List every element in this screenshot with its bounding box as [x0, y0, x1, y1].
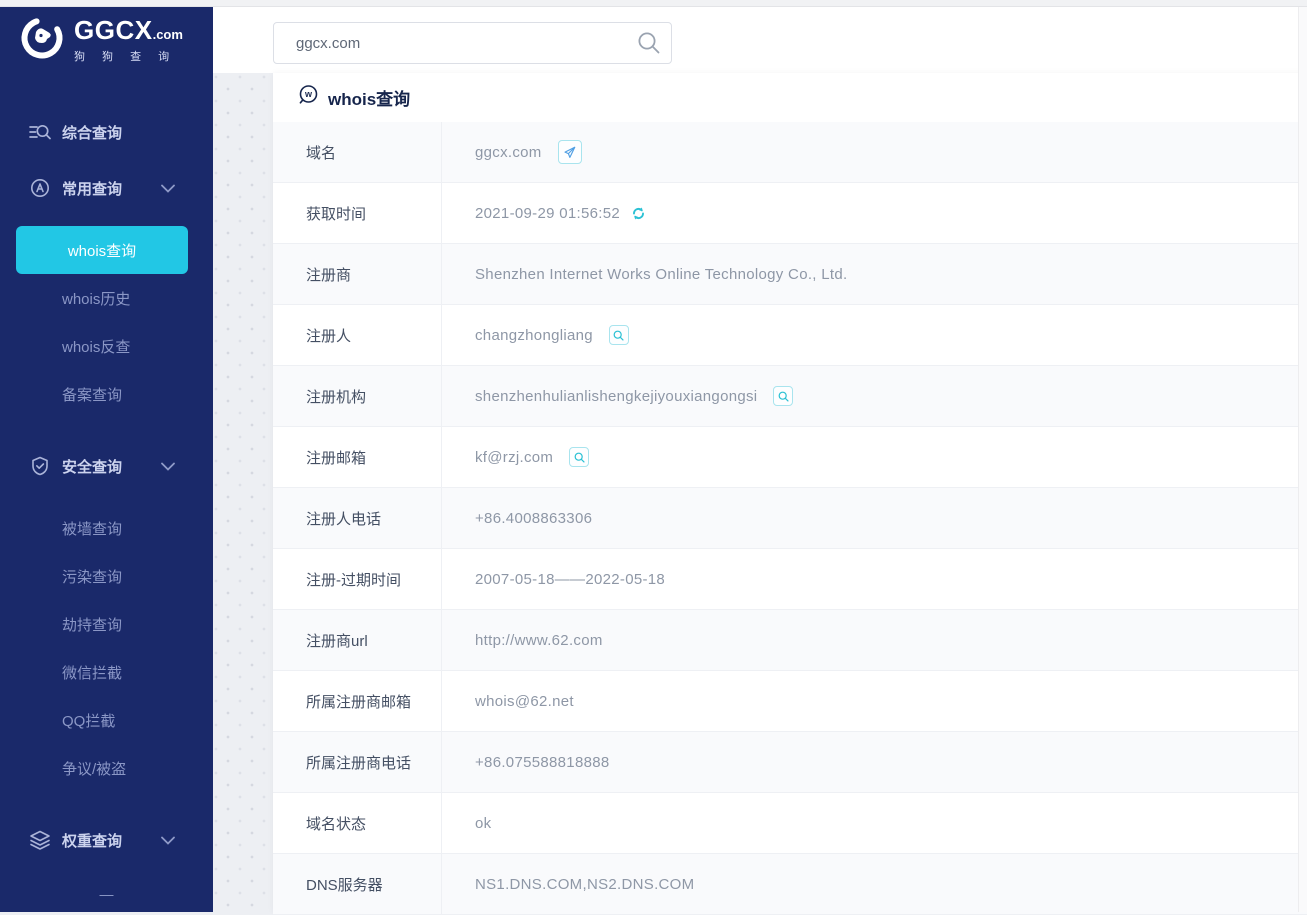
table-row-registrar: 注册商 Shenzhen Internet Works Online Techn…	[273, 244, 1307, 305]
reverse-search-icon[interactable]	[569, 447, 590, 467]
dns-servers-value: NS1.DNS.COM,NS2.DNS.COM	[475, 875, 695, 893]
sidebar-item-icp-query[interactable]: 备案查询	[0, 370, 213, 418]
registrar-email-value: whois@62.net	[475, 692, 574, 710]
sidebar-item-composite-query[interactable]: 综合查询	[0, 108, 213, 156]
registrar-phone-value: +86.075588818888	[475, 753, 610, 771]
domain-status-value: ok	[475, 814, 492, 832]
card-heading: w whois查询	[273, 73, 1307, 122]
registrar-url-value: http://www.62.com	[475, 631, 603, 649]
registrant-value: changzhongliang	[475, 326, 593, 344]
table-row-dns-servers: DNS服务器 NS1.DNS.COM,NS2.DNS.COM	[273, 854, 1307, 915]
sidebar-item-qq-block[interactable]: QQ拦截	[0, 696, 213, 744]
table-row-registrant-email: 注册邮箱 kf@rzj.com	[273, 427, 1307, 488]
fetch-time-value: 2021-09-29 01:56:52	[475, 204, 620, 222]
sidebar-item-blocked-query[interactable]: 被墙查询	[0, 504, 213, 552]
sidebar-item-whois-query-active[interactable]: whois查询	[16, 226, 188, 274]
table-row-fetch-time: 获取时间 2021-09-29 01:56:52	[273, 183, 1307, 244]
table-row-domain-status: 域名状态 ok	[273, 793, 1307, 854]
table-row-registrar-email: 所属注册商邮箱 whois@62.net	[273, 671, 1307, 732]
logo-text: GGCX	[74, 15, 153, 45]
sidebar-item-label: 安全查询	[62, 458, 123, 476]
sidebar-item-label: 综合查询	[62, 124, 123, 142]
main-area: w whois查询 域名 ggcx.com	[213, 7, 1307, 915]
chevron-down-icon	[161, 184, 175, 193]
sidebar-item-whois-history[interactable]: whois历史	[0, 274, 213, 322]
logo[interactable]: GGCX .com 狗 狗 查 询	[20, 16, 183, 65]
table-row-registrar-phone: 所属注册商电话 +86.075588818888	[273, 732, 1307, 793]
registration-period-value: 2007-05-18——2022-05-18	[475, 570, 666, 588]
sidebar-item-whois-reverse[interactable]: whois反查	[0, 322, 213, 370]
table-row-registration-period: 注册-过期时间 2007-05-18——2022-05-18	[273, 549, 1307, 610]
page-top-strip	[0, 0, 1307, 7]
dog-logo-icon	[20, 16, 64, 65]
table-row-registrar-url: 注册商url http://www.62.com	[273, 610, 1307, 671]
domain-search-box	[273, 22, 672, 64]
table-row-registrant: 注册人 changzhongliang	[273, 305, 1307, 366]
registrant-email-value: kf@rzj.com	[475, 448, 554, 466]
whois-heading-icon: w	[297, 84, 319, 111]
sidebar-item-dispute-stolen[interactable]: 争议/被盗	[0, 744, 213, 792]
domain-value: ggcx.com	[475, 143, 542, 161]
table-row-domain: 域名 ggcx.com	[273, 122, 1307, 183]
whois-table: 域名 ggcx.com 获取时间 2021-09-29 01:56:52 注册商…	[273, 122, 1307, 915]
search-list-icon	[29, 122, 51, 142]
circle-a-icon	[29, 178, 51, 198]
whois-result-card: w whois查询 域名 ggcx.com 获取时间 2021-09-29 01…	[273, 73, 1307, 915]
svg-text:w: w	[304, 89, 313, 99]
search-input[interactable]	[274, 34, 627, 52]
sidebar-item-label: whois查询	[67, 242, 137, 260]
layers-icon	[29, 830, 51, 850]
table-row-registrant-phone: 注册人电话 +86.4008863306	[273, 488, 1307, 549]
shield-check-icon	[29, 456, 51, 476]
registrant-org-value: shenzhenhulianlishengkejiyouxiangongsi	[475, 387, 758, 405]
top-search-bar	[213, 7, 1307, 73]
sidebar-group-security-query[interactable]: 安全查询	[0, 442, 213, 490]
page-title: whois查询	[328, 90, 411, 109]
search-icon[interactable]	[627, 30, 671, 56]
sidebar-item-label: 常用查询	[62, 180, 123, 198]
chevron-down-icon	[161, 462, 175, 471]
sidebar-item-hijack-query[interactable]: 劫持查询	[0, 600, 213, 648]
registrar-value: Shenzhen Internet Works Online Technolog…	[475, 265, 848, 283]
send-icon[interactable]	[557, 140, 582, 164]
sidebar-overflow-indicator: —	[99, 886, 114, 902]
chevron-down-icon	[161, 836, 175, 845]
reverse-search-icon[interactable]	[608, 325, 629, 345]
refresh-icon[interactable]	[630, 205, 647, 222]
sidebar: GGCX .com 狗 狗 查 询 综合查询 常用查询 whois查询 whoi…	[0, 0, 213, 912]
reverse-search-icon[interactable]	[773, 386, 794, 406]
sidebar-group-common-query[interactable]: 常用查询	[0, 164, 213, 212]
logo-suffix: .com	[152, 27, 183, 42]
sidebar-item-pollution-query[interactable]: 污染查询	[0, 552, 213, 600]
scrollbar[interactable]	[1298, 7, 1307, 912]
sidebar-item-label: 权重查询	[62, 832, 123, 850]
registrant-phone-value: +86.4008863306	[475, 509, 593, 527]
sidebar-group-weight-query[interactable]: 权重查询	[0, 816, 213, 864]
table-row-registrant-org: 注册机构 shenzhenhulianlishengkejiyouxiangon…	[273, 366, 1307, 427]
sidebar-item-wechat-block[interactable]: 微信拦截	[0, 648, 213, 696]
logo-subtitle: 狗 狗 查 询	[74, 51, 177, 63]
